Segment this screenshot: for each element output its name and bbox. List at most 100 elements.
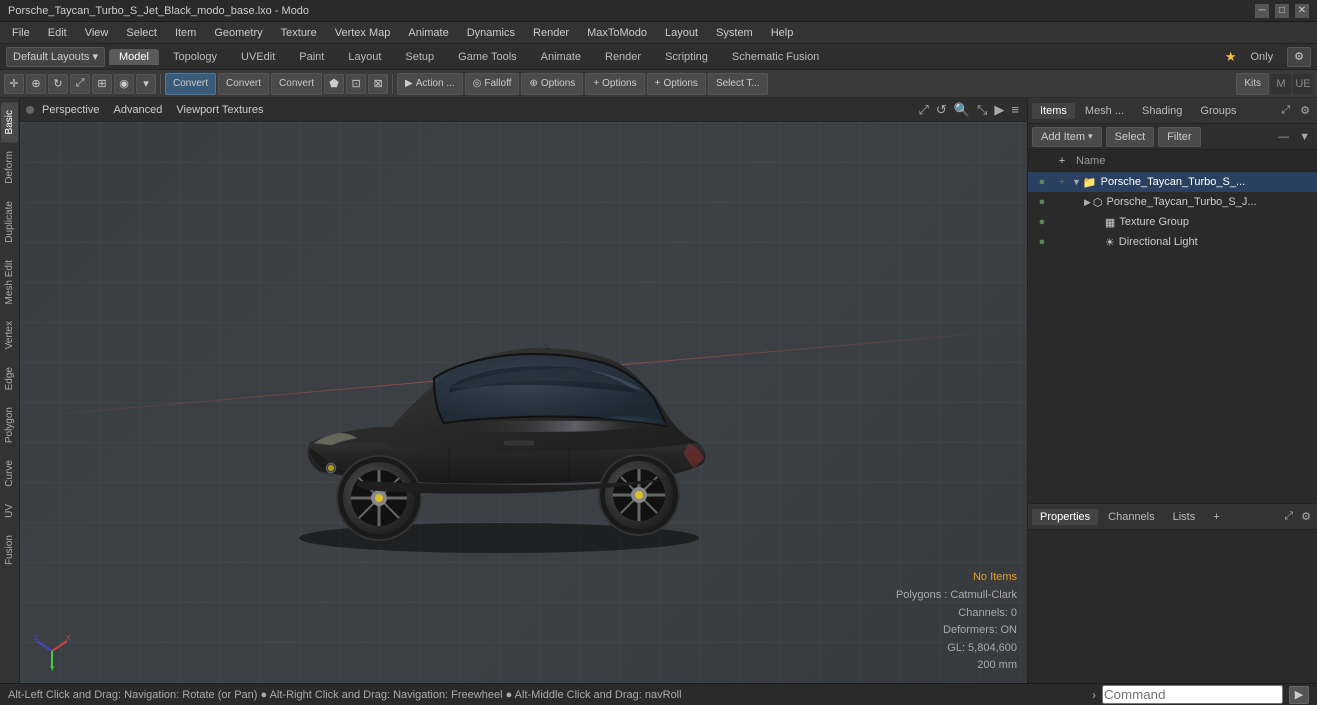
add-icon[interactable]: + — [1052, 176, 1072, 188]
tab-model[interactable]: Model — [109, 49, 159, 65]
tb-mode-icon[interactable]: ⬟ — [324, 74, 344, 94]
list-item[interactable]: ● ▶ ▦ Texture Group — [1028, 212, 1317, 232]
menu-help[interactable]: Help — [763, 25, 802, 41]
viewport-rotate-icon[interactable]: ↺ — [934, 100, 949, 120]
tab-properties[interactable]: Properties — [1032, 509, 1098, 525]
tab-animate[interactable]: Animate — [531, 49, 591, 65]
sidebar-item-fusion[interactable]: Fusion — [1, 527, 18, 573]
modo-icon[interactable]: M — [1271, 74, 1291, 94]
select-button[interactable]: Select — [1106, 127, 1155, 147]
menu-edit[interactable]: Edit — [40, 25, 75, 41]
tb-snap-icon[interactable]: ⊡ — [346, 74, 366, 94]
viewport-zoom-icon[interactable]: 🔍 — [952, 100, 972, 120]
options-button-3[interactable]: + Options — [647, 73, 706, 95]
tab-groups[interactable]: Groups — [1192, 103, 1244, 119]
falloff-button[interactable]: ◎ Falloff — [465, 73, 520, 95]
viewport-canvas[interactable]: X Z Y No Items Polygons : Catmull-Clark … — [20, 122, 1027, 683]
select-t-button[interactable]: Select T... — [708, 73, 768, 95]
sidebar-item-curve[interactable]: Curve — [1, 452, 18, 495]
menu-item[interactable]: Item — [167, 25, 204, 41]
viewport-expand-icon[interactable]: ⤢ — [917, 100, 931, 120]
panel-settings-icon[interactable]: ⚙ — [1297, 102, 1313, 119]
filter-button[interactable]: Filter — [1158, 127, 1200, 147]
collapse-arrow-icon[interactable]: ▼ — [1072, 177, 1081, 187]
menu-view[interactable]: View — [77, 25, 117, 41]
tool-rotate-icon[interactable]: ↻ — [48, 74, 68, 94]
eye-icon[interactable]: ● — [1032, 176, 1052, 188]
eye-icon[interactable]: ● — [1032, 216, 1052, 228]
tab-paint[interactable]: Paint — [289, 49, 334, 65]
viewport-perspective[interactable]: Perspective — [36, 102, 105, 118]
viewport-dot[interactable] — [26, 106, 34, 114]
items-minus-icon[interactable]: — — [1275, 129, 1292, 145]
list-item[interactable]: ● + ▼ 📁 Porsche_Taycan_Turbo_S_... — [1028, 172, 1317, 192]
menu-texture[interactable]: Texture — [273, 25, 325, 41]
tab-topology[interactable]: Topology — [163, 49, 227, 65]
options-button-2[interactable]: + Options — [585, 73, 644, 95]
command-input[interactable] — [1102, 685, 1283, 704]
menu-system[interactable]: System — [708, 25, 761, 41]
bottom-expand-icon[interactable]: ⤢ — [1282, 508, 1295, 525]
menu-layout[interactable]: Layout — [657, 25, 706, 41]
expand-arrow-icon[interactable]: ▶ — [1084, 197, 1091, 208]
list-item[interactable]: ● ▶ ☀ Directional Light — [1028, 232, 1317, 252]
close-button[interactable]: ✕ — [1295, 4, 1309, 18]
items-filter2-icon[interactable]: ▼ — [1296, 129, 1313, 145]
tab-channels[interactable]: Channels — [1100, 509, 1162, 525]
tool-move-icon[interactable]: ⊕ — [26, 74, 46, 94]
status-arrow-icon[interactable]: › — [1092, 688, 1096, 702]
sidebar-item-edge[interactable]: Edge — [1, 359, 18, 398]
tool-drop-icon[interactable]: ▾ — [136, 74, 156, 94]
minimize-button[interactable]: ─ — [1255, 4, 1269, 18]
layout-dropdown[interactable]: Default Layouts ▾ — [6, 47, 105, 67]
tab-schematic[interactable]: Schematic Fusion — [722, 49, 829, 65]
viewport-textures[interactable]: Viewport Textures — [170, 102, 269, 118]
tab-mesh[interactable]: Mesh ... — [1077, 103, 1132, 119]
options-button-1[interactable]: ⊕ Options — [521, 73, 583, 95]
menu-render[interactable]: Render — [525, 25, 577, 41]
tab-uvedit[interactable]: UVEdit — [231, 49, 285, 65]
viewport-fit-icon[interactable]: ⤡ — [975, 100, 989, 120]
sidebar-item-vertex[interactable]: Vertex — [1, 313, 18, 357]
sidebar-item-polygon[interactable]: Polygon — [1, 399, 18, 451]
maximize-button[interactable]: □ — [1275, 4, 1289, 18]
tab-layout[interactable]: Layout — [338, 49, 391, 65]
tool-transform-icon[interactable]: ⊞ — [92, 74, 112, 94]
viewport-menu-icon[interactable]: ≡ — [1009, 100, 1021, 119]
layout-settings-button[interactable]: ⚙ — [1287, 47, 1311, 67]
bottom-settings-icon[interactable]: ⚙ — [1299, 508, 1313, 525]
tab-render[interactable]: Render — [595, 49, 651, 65]
eye-icon[interactable]: ● — [1032, 236, 1052, 248]
kits-button[interactable]: Kits — [1236, 73, 1269, 95]
menu-vertexmap[interactable]: Vertex Map — [327, 25, 399, 41]
tool-scale-icon[interactable]: ⤢ — [70, 74, 90, 94]
ue-icon[interactable]: UE — [1293, 74, 1313, 94]
list-item[interactable]: ● ▶ ⬡ Porsche_Taycan_Turbo_S_J... — [1028, 192, 1317, 212]
convert-button-3[interactable]: Convert — [271, 73, 322, 95]
menu-animate[interactable]: Animate — [400, 25, 456, 41]
tab-scripting[interactable]: Scripting — [655, 49, 718, 65]
sidebar-item-deform[interactable]: Deform — [1, 143, 18, 192]
tool-select-icon[interactable]: ✛ — [4, 74, 24, 94]
tool-something-icon[interactable]: ◉ — [114, 74, 134, 94]
tab-shading[interactable]: Shading — [1134, 103, 1190, 119]
tab-add-btn[interactable]: + — [1205, 509, 1227, 525]
convert-button-2[interactable]: Convert — [218, 73, 269, 95]
tab-items[interactable]: Items — [1032, 103, 1075, 119]
tab-setup[interactable]: Setup — [395, 49, 444, 65]
menu-maxtomodo[interactable]: MaxToModo — [579, 25, 655, 41]
tb-grid-icon[interactable]: ⊠ — [368, 74, 388, 94]
sidebar-item-basic[interactable]: Basic — [1, 102, 18, 142]
sidebar-item-uv[interactable]: UV — [1, 496, 18, 526]
panel-expand-icon[interactable]: ⤢ — [1278, 102, 1293, 119]
menu-dynamics[interactable]: Dynamics — [459, 25, 523, 41]
menu-geometry[interactable]: Geometry — [206, 25, 270, 41]
command-run-button[interactable]: ▶ — [1289, 686, 1309, 704]
eye-icon[interactable]: ● — [1032, 196, 1052, 208]
menu-file[interactable]: File — [4, 25, 38, 41]
action-button[interactable]: ▶ Action ... — [397, 73, 463, 95]
tab-lists[interactable]: Lists — [1165, 509, 1204, 525]
convert-button-1[interactable]: Convert — [165, 73, 216, 95]
add-item-button[interactable]: Add Item ▾ — [1032, 127, 1102, 147]
viewport-play-icon[interactable]: ▶ — [992, 100, 1006, 120]
